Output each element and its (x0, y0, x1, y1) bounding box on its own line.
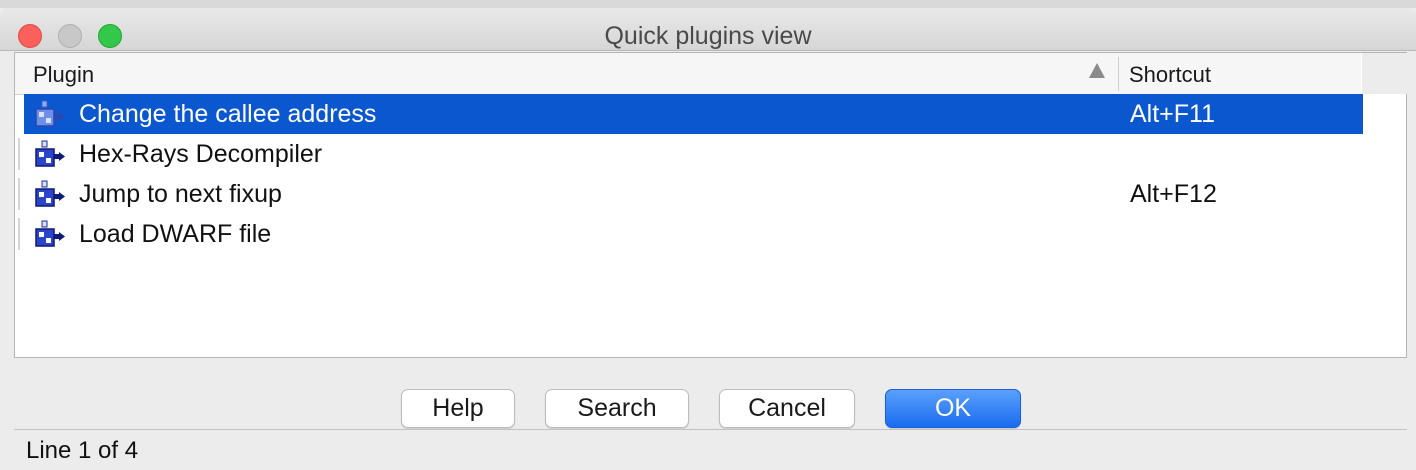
quick-plugins-dialog: Quick plugins view Plugin Shortcut Chang… (0, 0, 1416, 470)
plugin-icon (35, 180, 65, 207)
title-bar[interactable]: Quick plugins view (0, 8, 1416, 51)
row-marker (18, 218, 20, 250)
status-text: Line 1 of 4 (26, 437, 139, 464)
table-row[interactable]: Hex-Rays Decompiler (18, 134, 1363, 174)
row-marker (18, 138, 20, 170)
search-button[interactable]: Search (545, 389, 689, 428)
table-row[interactable]: Change the callee address Alt+F11 (24, 94, 1363, 134)
table-header: Plugin Shortcut (15, 53, 1408, 95)
background-window-strip (0, 0, 1416, 8)
plugin-icon (35, 100, 65, 127)
column-header-shortcut[interactable]: Shortcut (1129, 62, 1211, 88)
plugin-icon (35, 140, 65, 167)
plugin-name: Load DWARF file (79, 220, 272, 248)
table-row[interactable]: Jump to next fixup Alt+F12 (18, 174, 1363, 214)
ok-button[interactable]: OK (885, 389, 1021, 428)
column-divider[interactable] (1118, 57, 1119, 91)
plugin-name: Jump to next fixup (79, 180, 282, 208)
row-marker (18, 178, 20, 210)
header-gutter (1362, 53, 1408, 94)
window-title: Quick plugins view (604, 22, 812, 50)
status-bar: Line 1 of 4 (14, 429, 1407, 470)
plugins-table[interactable]: Plugin Shortcut Change the callee addres… (14, 52, 1408, 358)
plugin-name: Change the callee address (79, 100, 377, 128)
table-row[interactable]: Load DWARF file (18, 214, 1363, 254)
help-button[interactable]: Help (401, 389, 515, 428)
cancel-button[interactable]: Cancel (719, 389, 855, 428)
plugin-shortcut: Alt+F12 (1130, 180, 1217, 208)
sort-ascending-icon[interactable] (1089, 63, 1105, 78)
column-header-plugin[interactable]: Plugin (33, 62, 94, 88)
plugin-shortcut: Alt+F11 (1130, 100, 1215, 128)
plugin-name: Hex-Rays Decompiler (79, 140, 323, 168)
plugin-icon (35, 220, 65, 247)
